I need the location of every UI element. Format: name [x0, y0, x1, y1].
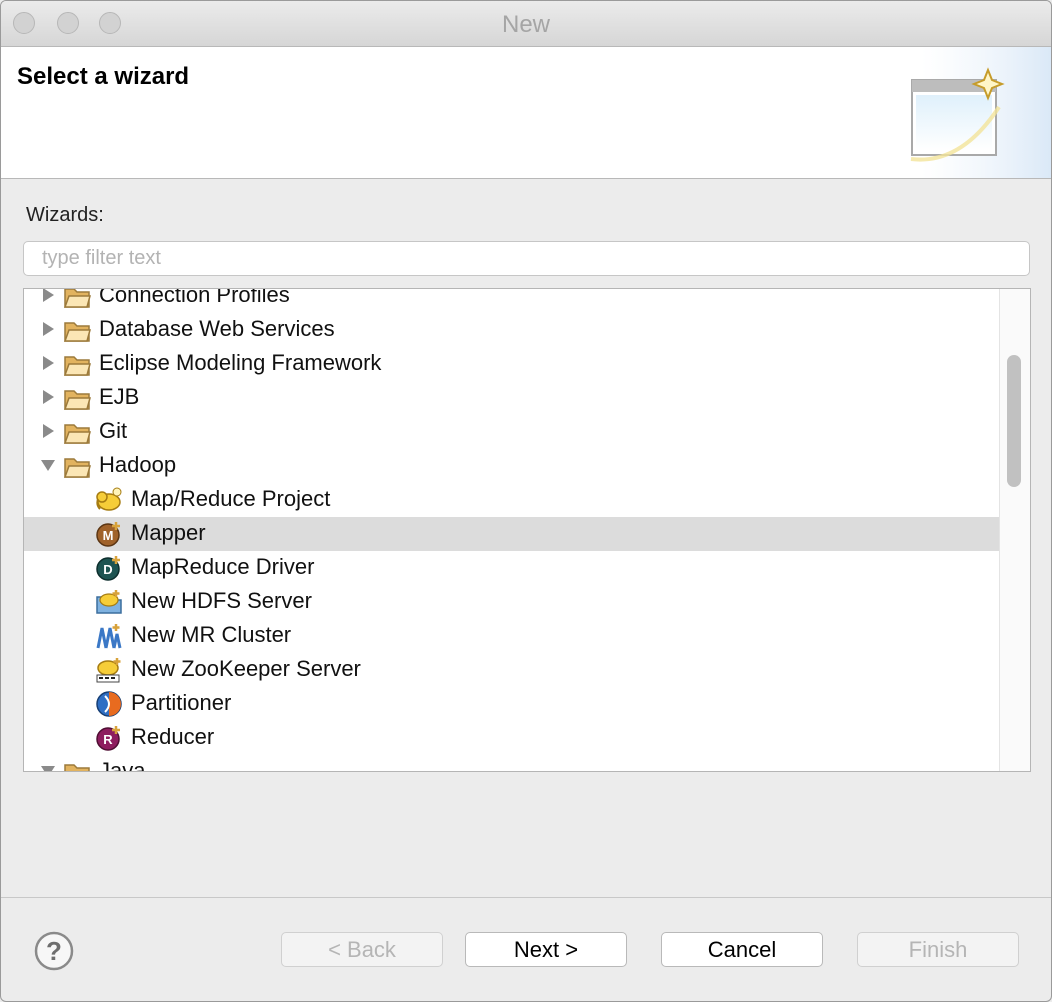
hdfs-server-icon [96, 590, 122, 614]
wizard-banner: Select a wizard [1, 47, 1051, 179]
partitioner-icon [96, 691, 122, 717]
back-button[interactable]: < Back [281, 932, 443, 967]
chevron-right-icon[interactable] [40, 288, 56, 303]
chevron-down-icon[interactable] [40, 763, 56, 772]
button-bar-divider [1, 897, 1051, 898]
tree-item-new-hdfs-server[interactable]: New HDFS Server [24, 585, 1000, 619]
svg-text:?: ? [46, 936, 62, 966]
tree-item-label: Reducer [131, 724, 215, 749]
chevron-right-icon[interactable] [40, 355, 56, 371]
driver-icon: D [96, 556, 120, 581]
folder-icon [63, 289, 91, 308]
svg-text:M: M [103, 528, 114, 543]
tree-item-label: Eclipse Modeling Framework [99, 350, 382, 375]
wizards-label: Wizards: [26, 204, 104, 226]
tree-item-git[interactable]: Git [24, 415, 1000, 449]
tree-item-label: New MR Cluster [131, 622, 292, 647]
tree-item-connection-profiles[interactable]: Connection Profiles [24, 288, 1000, 313]
tree-item-partitioner[interactable]: Partitioner [24, 687, 1000, 721]
next-button[interactable]: Next > [465, 932, 627, 967]
wizard-tree[interactable]: Connection Profiles Database Web Service… [23, 288, 1031, 772]
filter-input[interactable] [23, 241, 1030, 276]
tree-item-label: Hadoop [99, 452, 177, 477]
chevron-right-icon[interactable] [40, 423, 56, 439]
new-wizard-dialog: New Select a wizard Wizards: type filter… [0, 0, 1052, 1002]
tree-item-label: EJB [99, 384, 140, 409]
reducer-icon: R [96, 726, 120, 751]
tree-item-new-zookeeper-server[interactable]: New ZooKeeper Server [24, 653, 1000, 687]
title-bar: New [1, 1, 1051, 47]
folder-icon [63, 322, 91, 342]
tree-item-label: Connection Profiles [99, 288, 290, 307]
scrollbar-thumb[interactable] [1007, 355, 1021, 487]
tree-item-label: MapReduce Driver [131, 554, 315, 579]
tree-item-hadoop[interactable]: Hadoop [24, 449, 1000, 483]
chevron-down-icon[interactable] [40, 457, 56, 473]
tree-item-map-reduce-project[interactable]: Map/Reduce Project [24, 483, 1000, 517]
tree-item-label: Database Web Services [99, 316, 335, 341]
folder-icon [63, 356, 91, 376]
tree-item-label: New HDFS Server [131, 588, 312, 613]
elephant-project-icon [96, 487, 122, 511]
svg-text:R: R [103, 732, 113, 747]
mr-cluster-icon [96, 624, 122, 649]
tree-item-eclipse-modeling-framework[interactable]: Eclipse Modeling Framework [24, 347, 1000, 381]
cancel-button[interactable]: Cancel [661, 932, 823, 967]
tree-item-label: Partitioner [131, 690, 232, 715]
tree-item-label: New ZooKeeper Server [131, 656, 361, 681]
folder-icon [63, 424, 91, 444]
tree-item-label: Map/Reduce Project [131, 486, 331, 511]
zookeeper-icon [96, 658, 121, 683]
window-title: New [501, 11, 550, 38]
banner-title: Select a wizard [17, 63, 190, 90]
finish-button[interactable]: Finish [857, 932, 1019, 967]
tree-item-java[interactable]: Java [24, 755, 1000, 772]
tree-item-ejb[interactable]: EJB [24, 381, 1000, 415]
question-mark-icon[interactable]: ? [34, 931, 74, 971]
tree-item-new-mr-cluster[interactable]: New MR Cluster [24, 619, 1000, 653]
folder-icon [63, 390, 91, 410]
tree-item-label: Git [99, 418, 128, 443]
folder-open-icon [63, 458, 91, 478]
tree-scrollbar[interactable] [999, 289, 1030, 771]
tree-item-mapreduce-driver[interactable]: D MapReduce Driver [24, 551, 1000, 585]
wizard-window-sparkle-icon [910, 47, 1051, 178]
folder-open-icon [64, 764, 90, 771]
tree-item-database-web-services[interactable]: Database Web Services [24, 313, 1000, 347]
svg-text:D: D [103, 562, 112, 577]
chevron-right-icon[interactable] [40, 321, 56, 337]
tree-item-label: Java [99, 758, 146, 772]
tree-item-reducer[interactable]: R Reducer [24, 721, 1000, 755]
mapper-icon: M [96, 522, 120, 547]
chevron-right-icon[interactable] [40, 389, 56, 405]
tree-item-mapper[interactable]: M Mapper [24, 517, 1000, 551]
tree-item-label: Mapper [131, 520, 206, 545]
